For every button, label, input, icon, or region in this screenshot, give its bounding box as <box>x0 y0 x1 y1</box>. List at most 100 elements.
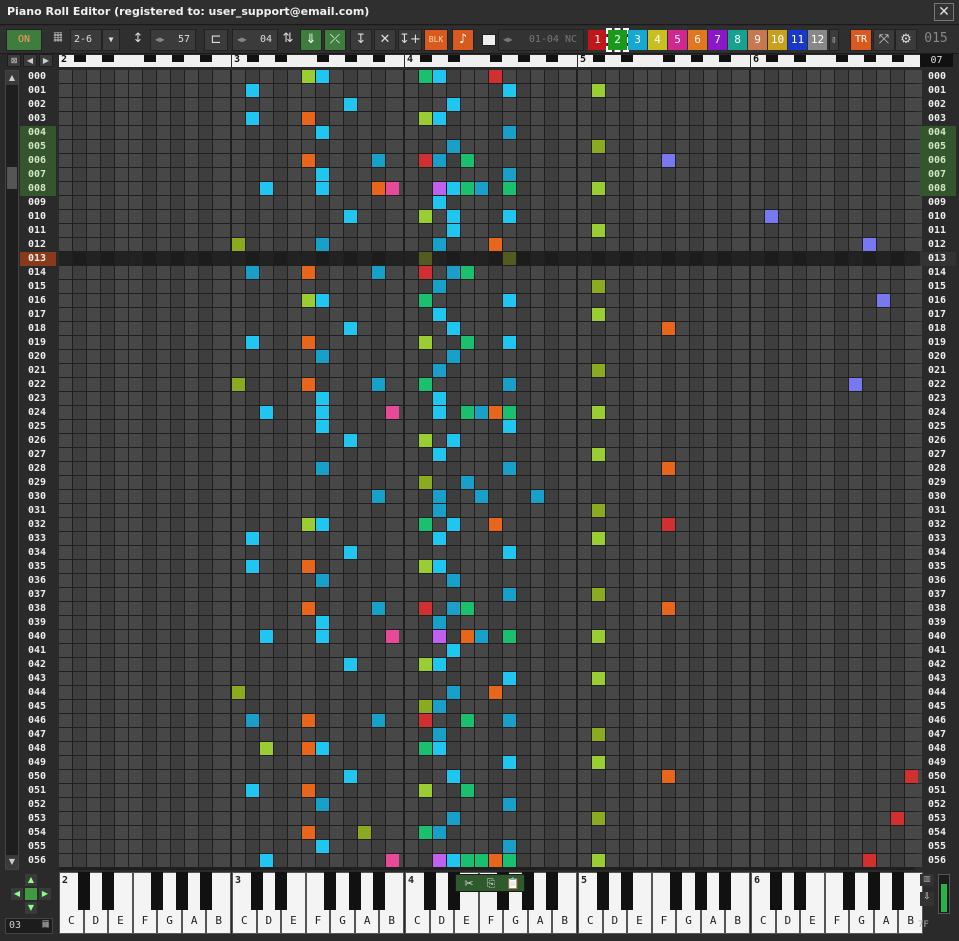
row-number[interactable]: 019 <box>920 336 956 350</box>
grid-cell[interactable] <box>213 294 230 307</box>
grid-cell[interactable] <box>316 658 329 671</box>
grid-cell[interactable] <box>246 364 259 377</box>
grid-cell[interactable] <box>634 756 647 769</box>
note-block[interactable] <box>232 378 245 391</box>
grid-cell[interactable] <box>246 98 259 111</box>
grid-cell[interactable] <box>330 196 343 209</box>
grid-cell[interactable] <box>578 308 591 321</box>
grid-cell[interactable] <box>316 308 329 321</box>
note-block[interactable] <box>316 294 329 307</box>
row-number[interactable]: 006 <box>920 154 956 168</box>
grid-cell[interactable] <box>793 700 806 713</box>
grid-cell[interactable] <box>302 392 315 405</box>
grid-cell[interactable] <box>129 434 142 447</box>
grid-cell[interactable] <box>199 126 212 139</box>
grid-cell[interactable] <box>157 532 170 545</box>
grid-cell[interactable] <box>718 252 731 265</box>
channel-button-12[interactable]: 12 <box>808 30 827 50</box>
grid-cell[interactable] <box>662 630 675 643</box>
grid-cell[interactable] <box>358 854 371 867</box>
grid-cell[interactable] <box>87 98 100 111</box>
grid-cell[interactable] <box>620 168 633 181</box>
grid-cell[interactable] <box>751 98 764 111</box>
grid-cell[interactable] <box>372 798 385 811</box>
grid-cell[interactable] <box>849 448 862 461</box>
grid-cell[interactable] <box>821 546 834 559</box>
grid-cell[interactable] <box>59 210 72 223</box>
row-number[interactable]: 031 <box>920 504 956 518</box>
note-block[interactable] <box>302 112 315 125</box>
grid-cell[interactable] <box>578 126 591 139</box>
grid-cell[interactable] <box>185 672 198 685</box>
grid-cell[interactable] <box>835 546 848 559</box>
grid-cell[interactable] <box>185 112 198 125</box>
grid-cell[interactable] <box>330 448 343 461</box>
grid-cell[interactable] <box>475 532 488 545</box>
note-block[interactable] <box>316 630 329 643</box>
grid-cell[interactable] <box>592 546 605 559</box>
grid-cell[interactable] <box>129 714 142 727</box>
grid-cell[interactable] <box>386 616 403 629</box>
grid-cell[interactable] <box>662 294 675 307</box>
grid-cell[interactable] <box>835 140 848 153</box>
grid-cell[interactable] <box>330 630 343 643</box>
grid-cell[interactable] <box>171 252 184 265</box>
grid-cell[interactable] <box>489 490 502 503</box>
grid-cell[interactable] <box>87 280 100 293</box>
grid-cell[interactable] <box>59 378 72 391</box>
row-number[interactable]: 041 <box>920 644 956 658</box>
grid-cell[interactable] <box>489 392 502 405</box>
grid-cell[interactable] <box>793 140 806 153</box>
grid-cell[interactable] <box>891 770 904 783</box>
grid-cell[interactable] <box>59 196 72 209</box>
grid-cell[interactable] <box>358 308 371 321</box>
grid-cell[interactable] <box>199 854 212 867</box>
row-number[interactable]: 012 <box>20 238 56 252</box>
grid-cell[interactable] <box>648 462 661 475</box>
grid-cell[interactable] <box>171 546 184 559</box>
grid-cell[interactable] <box>620 644 633 657</box>
grid-cell[interactable] <box>531 784 544 797</box>
grid-cell[interactable] <box>718 518 731 531</box>
grid-cell[interactable] <box>475 392 488 405</box>
grid-cell[interactable] <box>185 420 198 433</box>
vertical-scrollbar[interactable]: ▲ ▼ <box>5 70 19 870</box>
grid-cell[interactable] <box>891 196 904 209</box>
grid-cell[interactable] <box>246 602 259 615</box>
grid-cell[interactable] <box>704 812 717 825</box>
grid-cell[interactable] <box>386 602 403 615</box>
note-block[interactable] <box>433 490 446 503</box>
grid-cell[interactable] <box>358 476 371 489</box>
grid-cell[interactable] <box>302 532 315 545</box>
grid-cell[interactable] <box>835 812 848 825</box>
grid-cell[interactable] <box>405 770 418 783</box>
grid-cell[interactable] <box>302 350 315 363</box>
grid-cell[interactable] <box>87 434 100 447</box>
grid-cell[interactable] <box>779 168 792 181</box>
note-block[interactable] <box>461 476 474 489</box>
grid-cell[interactable] <box>517 686 530 699</box>
note-block[interactable] <box>447 182 460 195</box>
grid-cell[interactable] <box>358 504 371 517</box>
grid-cell[interactable] <box>171 392 184 405</box>
grid-cell[interactable] <box>793 476 806 489</box>
note-block[interactable] <box>447 224 460 237</box>
grid-cell[interactable] <box>793 588 806 601</box>
grid-cell[interactable] <box>185 154 198 167</box>
grid-cell[interactable] <box>171 812 184 825</box>
grid-cell[interactable] <box>260 392 273 405</box>
grid-cell[interactable] <box>274 490 287 503</box>
channel-button-11[interactable]: 11 <box>788 30 807 50</box>
note-block[interactable] <box>503 126 516 139</box>
grid-cell[interactable] <box>849 588 862 601</box>
row-number[interactable]: 045 <box>920 700 956 714</box>
grid-cell[interactable] <box>517 266 530 279</box>
grid-cell[interactable] <box>676 364 689 377</box>
grid-cell[interactable] <box>419 308 432 321</box>
grid-cell[interactable] <box>877 420 890 433</box>
grid-cell[interactable] <box>559 532 576 545</box>
grid-cell[interactable] <box>765 196 778 209</box>
grid-cell[interactable] <box>606 798 619 811</box>
grid-cell[interactable] <box>620 98 633 111</box>
note-block[interactable] <box>433 280 446 293</box>
